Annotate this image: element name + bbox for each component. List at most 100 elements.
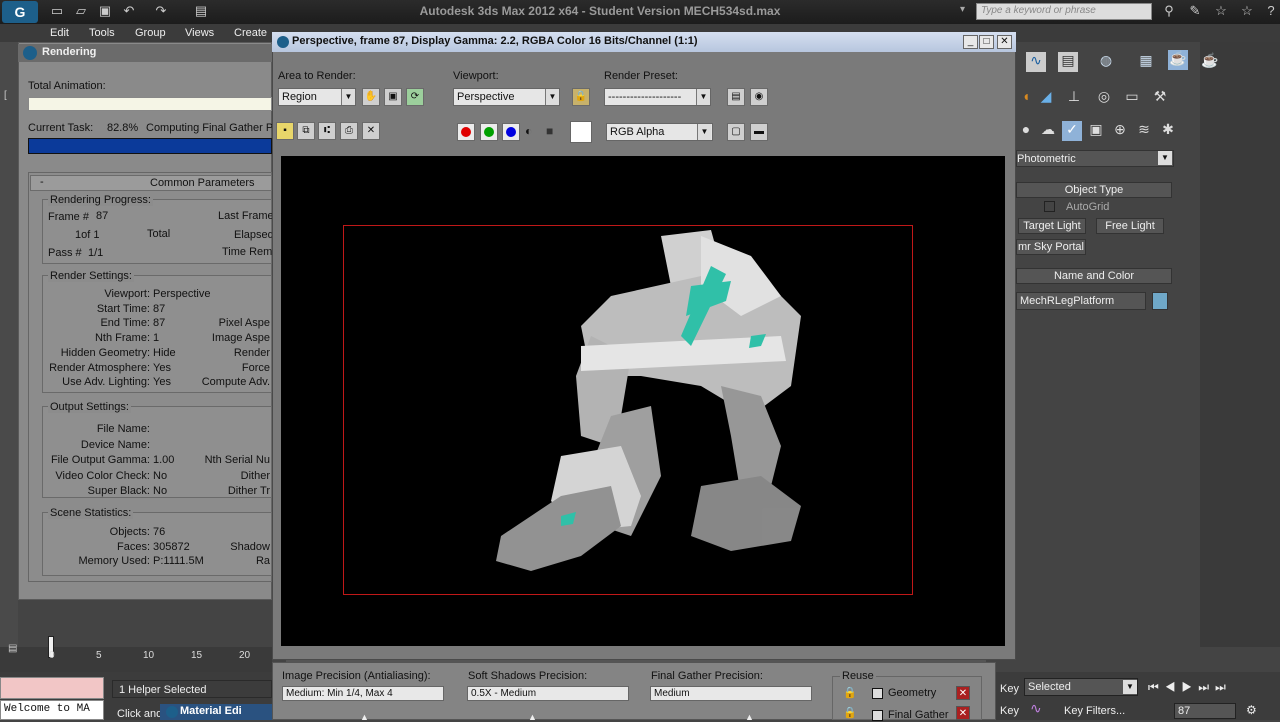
search-dropdown-icon[interactable]: ▾ (960, 4, 972, 15)
menu-tools[interactable]: Tools (89, 27, 115, 39)
lock-icon[interactable]: 🔒 (572, 88, 590, 106)
chevron-down-icon[interactable]: ▼ (545, 89, 559, 105)
soft-shadows-slider[interactable]: ▲ (528, 712, 537, 722)
chevron-down-icon[interactable]: ▼ (696, 89, 710, 105)
current-frame-field[interactable]: 87 (1174, 703, 1236, 719)
star-icon[interactable]: ☆ (1238, 3, 1256, 19)
red-channel-toggle[interactable] (457, 123, 475, 141)
final-gather-checkbox[interactable] (872, 710, 883, 721)
menu-group[interactable]: Group (135, 27, 166, 39)
green-channel-toggle[interactable] (480, 123, 498, 141)
new-file-icon[interactable]: ▭ (48, 3, 66, 19)
render-region-rectangle[interactable] (343, 225, 913, 595)
save-file-icon[interactable]: ▣ (96, 3, 114, 19)
final-gather-slider[interactable]: ▲ (745, 712, 754, 722)
render-production-icon[interactable]: ☕ (1200, 52, 1220, 72)
auto-region-icon[interactable]: ▣ (384, 88, 402, 106)
clone-window-icon[interactable]: ⑆ (318, 122, 336, 140)
blue-channel-toggle[interactable] (502, 123, 520, 141)
display-tab-icon[interactable]: ▭ (1122, 88, 1142, 108)
collapse-icon[interactable]: - (40, 176, 44, 188)
object-type-header[interactable]: Object Type (1016, 182, 1172, 198)
copy-image-icon[interactable]: ⧉ (297, 122, 315, 140)
menu-views[interactable]: Views (185, 27, 214, 39)
chevron-down-icon[interactable]: ▼ (1123, 680, 1137, 694)
set-key-icon[interactable]: ∿ (1030, 700, 1042, 717)
geometry-category-icon[interactable]: ● (1016, 121, 1036, 141)
tools-icon[interactable]: ✎ (1186, 3, 1204, 19)
chevron-down-icon[interactable]: ▼ (697, 124, 711, 140)
timeline-menu-icon[interactable]: ▤ (8, 643, 28, 657)
image-precision-field[interactable]: Medium: Min 1/4, Max 4 (282, 686, 444, 701)
binoculars-icon[interactable]: ⚲ (1160, 3, 1178, 19)
schematic-icon[interactable]: ▤ (1058, 52, 1078, 72)
hierarchy-tab-icon[interactable]: ⊥ (1064, 88, 1084, 108)
close-button[interactable]: ✕ (997, 35, 1012, 49)
app-logo-button[interactable]: G (2, 1, 38, 23)
favorites-icon[interactable]: ☆ (1212, 3, 1230, 19)
playback-controls[interactable]: ⏮◀▶⏭⏭ (1148, 680, 1272, 695)
final-gather-precision-field[interactable]: Medium (650, 686, 812, 701)
render-setup-icon[interactable]: ▤ (727, 88, 745, 106)
render-frame-icon[interactable]: ☕ (1168, 50, 1188, 70)
cameras-category-icon[interactable]: ▣ (1086, 121, 1106, 141)
systems-category-icon[interactable]: ✱ (1158, 121, 1178, 141)
target-light-button[interactable]: Target Light (1018, 218, 1086, 234)
spacewarps-category-icon[interactable]: ≋ (1134, 121, 1154, 141)
lock-final-gather-icon[interactable]: 🔒 (843, 706, 857, 719)
minimize-button[interactable]: _ (963, 35, 978, 49)
light-type-dropdown[interactable]: Photometric (1016, 150, 1174, 167)
clear-final-gather-cache-icon[interactable]: ✕ (956, 706, 970, 720)
color-swatch[interactable] (570, 121, 592, 143)
geometry-checkbox[interactable] (872, 688, 883, 699)
chevron-down-icon[interactable]: ▼ (1158, 151, 1172, 165)
undo-icon[interactable]: ↶ (120, 3, 138, 19)
viewport-dropdown[interactable]: Perspective (453, 88, 560, 106)
key-filters-button[interactable]: Key Filters... (1064, 705, 1125, 717)
mr-sky-portal-button[interactable]: mr Sky Portal (1016, 239, 1086, 255)
soft-shadows-field[interactable]: 0.5X - Medium (467, 686, 629, 701)
redo-icon[interactable]: ↷ (152, 3, 170, 19)
object-color-swatch[interactable] (1152, 292, 1168, 310)
help-icon[interactable]: ? (1262, 3, 1280, 19)
menu-edit[interactable]: Edit (50, 27, 69, 39)
name-and-color-header[interactable]: Name and Color (1016, 268, 1172, 284)
maximize-button[interactable]: □ (979, 35, 994, 49)
motion-tab-icon[interactable]: ◎ (1094, 88, 1114, 108)
lights-category-icon[interactable]: ✓ (1062, 121, 1082, 141)
autogrid-checkbox[interactable] (1044, 201, 1055, 212)
free-light-button[interactable]: Free Light (1096, 218, 1164, 234)
chevron-down-icon[interactable]: ▼ (341, 89, 355, 105)
toggle-ui-overlay-icon[interactable]: ▢ (727, 123, 745, 141)
environment-icon[interactable]: ◉ (750, 88, 768, 106)
time-config-icon[interactable]: ⚙ (1246, 703, 1257, 717)
monochrome-icon[interactable]: ■ (546, 124, 560, 138)
key-mode-dropdown[interactable]: Selected (1024, 678, 1138, 696)
render-region-icon[interactable]: ⟳ (406, 88, 424, 106)
helpers-category-icon[interactable]: ⊕ (1110, 121, 1130, 141)
save-image-icon[interactable]: ▪ (276, 122, 294, 140)
utilities-tab-icon[interactable]: ⚒ (1150, 88, 1170, 108)
edit-region-icon[interactable]: ✋ (362, 88, 380, 106)
timeline[interactable] (0, 647, 272, 672)
image-precision-slider[interactable]: ▲ (360, 712, 369, 722)
maxscript-listener[interactable]: Welcome to MA (0, 700, 104, 720)
lock-geometry-icon[interactable]: 🔒 (843, 686, 857, 699)
menu-create[interactable]: Create (234, 27, 267, 39)
open-file-icon[interactable]: ▱ (72, 3, 90, 19)
clear-icon[interactable]: ✕ (362, 122, 380, 140)
maxscript-listener-top[interactable] (0, 677, 104, 699)
print-icon[interactable]: ⎙ (340, 122, 358, 140)
search-input[interactable]: Type a keyword or phrase (976, 3, 1152, 20)
material-editor-icon[interactable]: ◍ (1096, 52, 1116, 72)
create-tab-icon[interactable]: ◢ (1036, 88, 1056, 108)
modify-tab-icon[interactable]: ◖ (1016, 88, 1036, 108)
shapes-category-icon[interactable]: ☁ (1038, 121, 1058, 141)
render-setup-toolbar-icon[interactable]: ▦ (1136, 52, 1156, 72)
clear-geometry-cache-icon[interactable]: ✕ (956, 686, 970, 700)
curve-editor-icon[interactable]: ∿ (1026, 52, 1046, 72)
object-name-field[interactable]: MechRLegPlatform (1016, 292, 1146, 310)
alpha-channel-icon[interactable]: ◐ (525, 124, 539, 138)
render-preset-dropdown[interactable]: -------------------- (604, 88, 711, 106)
project-folder-icon[interactable]: ▤ (192, 3, 210, 19)
